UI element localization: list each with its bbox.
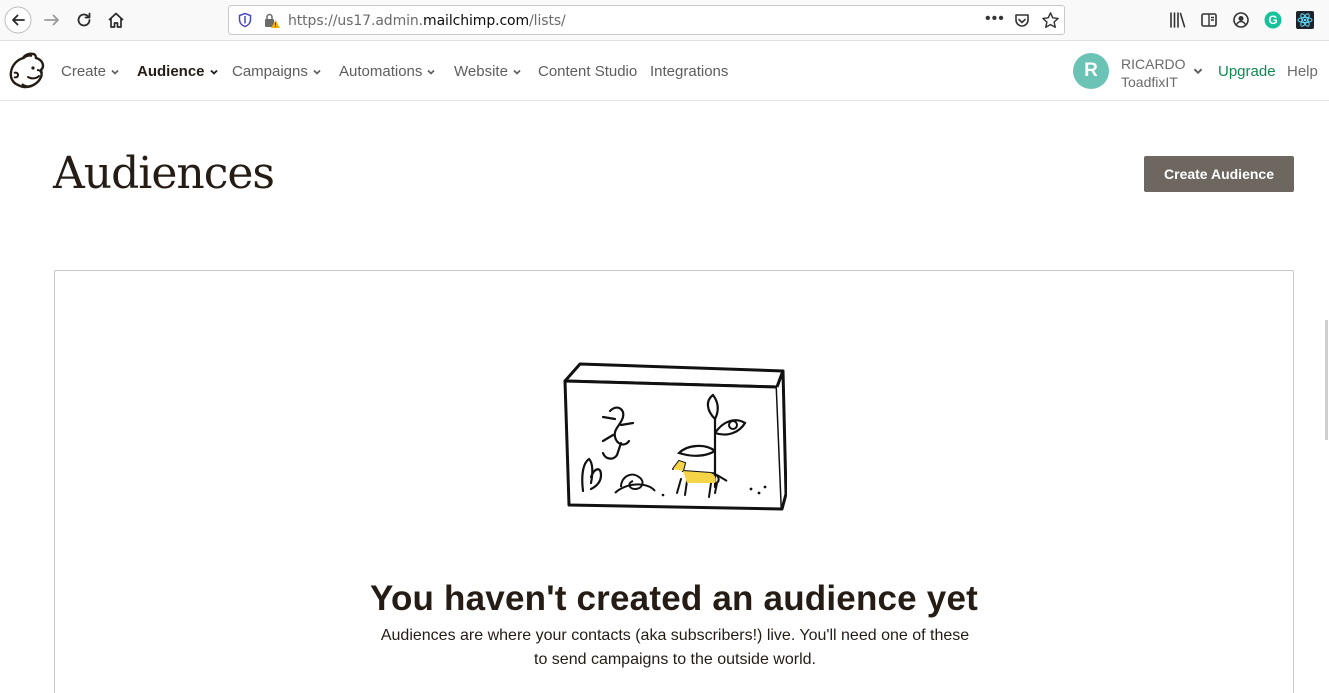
nav-content-studio[interactable]: Content Studio <box>538 63 637 80</box>
library-icon[interactable] <box>1168 10 1188 30</box>
browser-toolbar: https://us17.admin.mailchimp.com/lists/ … <box>0 0 1329 41</box>
svg-text:G: G <box>1268 13 1277 27</box>
terrarium-illustration <box>563 362 787 511</box>
chevron-down-icon <box>313 69 321 75</box>
url-text: https://us17.admin.mailchimp.com/lists/ <box>288 13 566 29</box>
reload-button[interactable] <box>70 6 98 34</box>
page-title: Audiences <box>53 148 275 199</box>
back-button[interactable] <box>4 6 32 34</box>
help-link[interactable]: Help <box>1287 63 1318 80</box>
empty-state-description: Audiences are where your contacts (aka s… <box>380 627 970 668</box>
page-actions-menu[interactable]: ••• <box>985 10 1005 28</box>
empty-state-card: You haven't created an audience yet Audi… <box>54 270 1294 693</box>
nav-website[interactable]: Website <box>454 63 522 80</box>
chevron-down-icon <box>427 69 435 75</box>
account-org-name: ToadfixIT <box>1121 74 1178 90</box>
empty-state-title: You haven't created an audience yet <box>370 579 978 618</box>
address-bar[interactable]: https://us17.admin.mailchimp.com/lists/ … <box>228 5 1065 35</box>
forward-button[interactable] <box>38 6 66 34</box>
reload-icon <box>77 12 91 27</box>
chevron-down-icon <box>513 69 521 75</box>
tracking-shield-icon[interactable] <box>237 12 253 33</box>
chevron-down-icon[interactable] <box>1192 65 1204 77</box>
app-header: Create Audience Campaigns Automations We… <box>0 41 1329 101</box>
pocket-icon[interactable] <box>1013 12 1031 35</box>
upgrade-link[interactable]: Upgrade <box>1218 63 1276 80</box>
sidebar-icon[interactable] <box>1199 10 1219 30</box>
nav-campaigns[interactable]: Campaigns <box>232 63 322 80</box>
scrollbar[interactable] <box>1325 320 1328 440</box>
home-button[interactable] <box>102 6 130 34</box>
lock-warning-icon[interactable] <box>263 12 281 35</box>
nav-create[interactable]: Create <box>61 63 120 80</box>
forward-arrow-icon <box>44 14 59 26</box>
react-devtools-icon[interactable] <box>1295 10 1315 30</box>
nav-integrations[interactable]: Integrations <box>650 63 728 80</box>
account-icon[interactable] <box>1231 10 1251 30</box>
chevron-down-icon <box>111 69 119 75</box>
nav-automations[interactable]: Automations <box>339 63 436 80</box>
account-user-name: RICARDO <box>1121 56 1186 72</box>
freddie-logo-icon[interactable] <box>8 51 46 91</box>
back-arrow-icon <box>4 6 32 34</box>
avatar[interactable]: R <box>1073 53 1109 89</box>
bookmark-star-icon[interactable] <box>1041 11 1060 35</box>
nav-audience[interactable]: Audience <box>137 63 219 80</box>
chevron-down-icon <box>209 69 218 75</box>
create-audience-button[interactable]: Create Audience <box>1144 156 1294 192</box>
account-menu[interactable]: RICARDO ToadfixIT <box>1121 55 1186 91</box>
home-icon <box>108 12 124 28</box>
grammarly-icon[interactable]: G <box>1263 10 1283 30</box>
